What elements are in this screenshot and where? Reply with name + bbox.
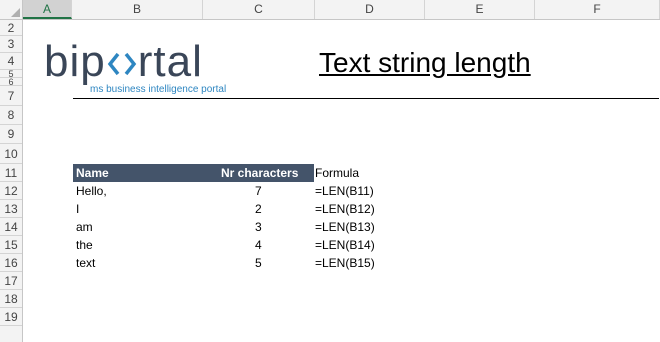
cell-nr[interactable]: 5	[255, 254, 262, 272]
row-header-7[interactable]: 7	[0, 86, 22, 106]
cell-formula[interactable]: =LEN(B12)	[315, 200, 375, 218]
column-header-d[interactable]: D	[315, 0, 425, 19]
logo-text-right: rtal	[137, 37, 203, 86]
cell-nr[interactable]: 3	[255, 218, 262, 236]
cell-name[interactable]: the	[76, 236, 93, 254]
cell-formula[interactable]: =LEN(B11)	[315, 182, 374, 200]
header-name: Name	[76, 166, 109, 180]
table-header: Name Nr characters	[73, 164, 314, 182]
row-header-10[interactable]: 10	[0, 144, 22, 164]
row-header-15[interactable]: 15	[0, 236, 22, 254]
row-header-3[interactable]: 3	[0, 36, 22, 53]
select-all-corner[interactable]	[0, 0, 23, 19]
row-header-16[interactable]: 16	[0, 254, 22, 272]
cell-name[interactable]: am	[76, 218, 93, 236]
column-header-f[interactable]: F	[535, 0, 660, 19]
row-header-18[interactable]: 18	[0, 290, 22, 308]
cell-name[interactable]: text	[76, 254, 95, 272]
header-formula: Formula	[315, 166, 360, 180]
row-header-4[interactable]: 4	[0, 53, 22, 70]
cell-nr[interactable]: 7	[255, 182, 262, 200]
cell-name[interactable]: I	[76, 200, 79, 218]
cell-nr[interactable]: 4	[255, 236, 262, 254]
logo-tagline: ms business intelligence portal	[90, 84, 227, 95]
cell-formula[interactable]: =LEN(B14)	[315, 236, 375, 254]
row-header-13[interactable]: 13	[0, 200, 22, 218]
row-header-6[interactable]: 6	[0, 78, 22, 87]
logo-wordmark: bip rtal	[44, 37, 203, 87]
logo-chevron-icon	[107, 53, 136, 76]
column-header-c[interactable]: C	[203, 0, 315, 19]
row-header-11[interactable]: 11	[0, 164, 22, 182]
row-header-8[interactable]: 8	[0, 106, 22, 125]
row-header-14[interactable]: 14	[0, 218, 22, 236]
page-title: Text string length	[319, 47, 531, 78]
cell-formula[interactable]: =LEN(B15)	[315, 254, 375, 272]
worksheet-grid[interactable]: bip rtal ms business intelligence portal …	[23, 20, 660, 342]
row-header-2[interactable]: 2	[0, 20, 22, 36]
biportal-logo: bip rtal ms business intelligence portal	[44, 37, 244, 99]
row-header-17[interactable]: 17	[0, 272, 22, 290]
cell-name[interactable]: Hello,	[76, 182, 107, 200]
logo-text-left: bip	[44, 37, 106, 86]
row-header-12[interactable]: 12	[0, 182, 22, 200]
header-nr-characters: Nr characters	[221, 166, 299, 180]
select-all-icon	[11, 8, 20, 17]
column-header-a[interactable]: A	[23, 0, 72, 19]
column-header-b[interactable]: B	[72, 0, 203, 19]
column-header-e[interactable]: E	[425, 0, 535, 19]
title-divider	[73, 98, 659, 99]
cell-nr[interactable]: 2	[255, 200, 262, 218]
row-header-19[interactable]: 19	[0, 308, 22, 326]
column-header-bar: A B C D E F	[0, 0, 660, 20]
cell-formula[interactable]: =LEN(B13)	[315, 218, 375, 236]
row-header-bar: 2 3 4 5 6 7 8 9 10 11 12 13 14 15 16 17 …	[0, 20, 23, 342]
row-header-9[interactable]: 9	[0, 125, 22, 144]
